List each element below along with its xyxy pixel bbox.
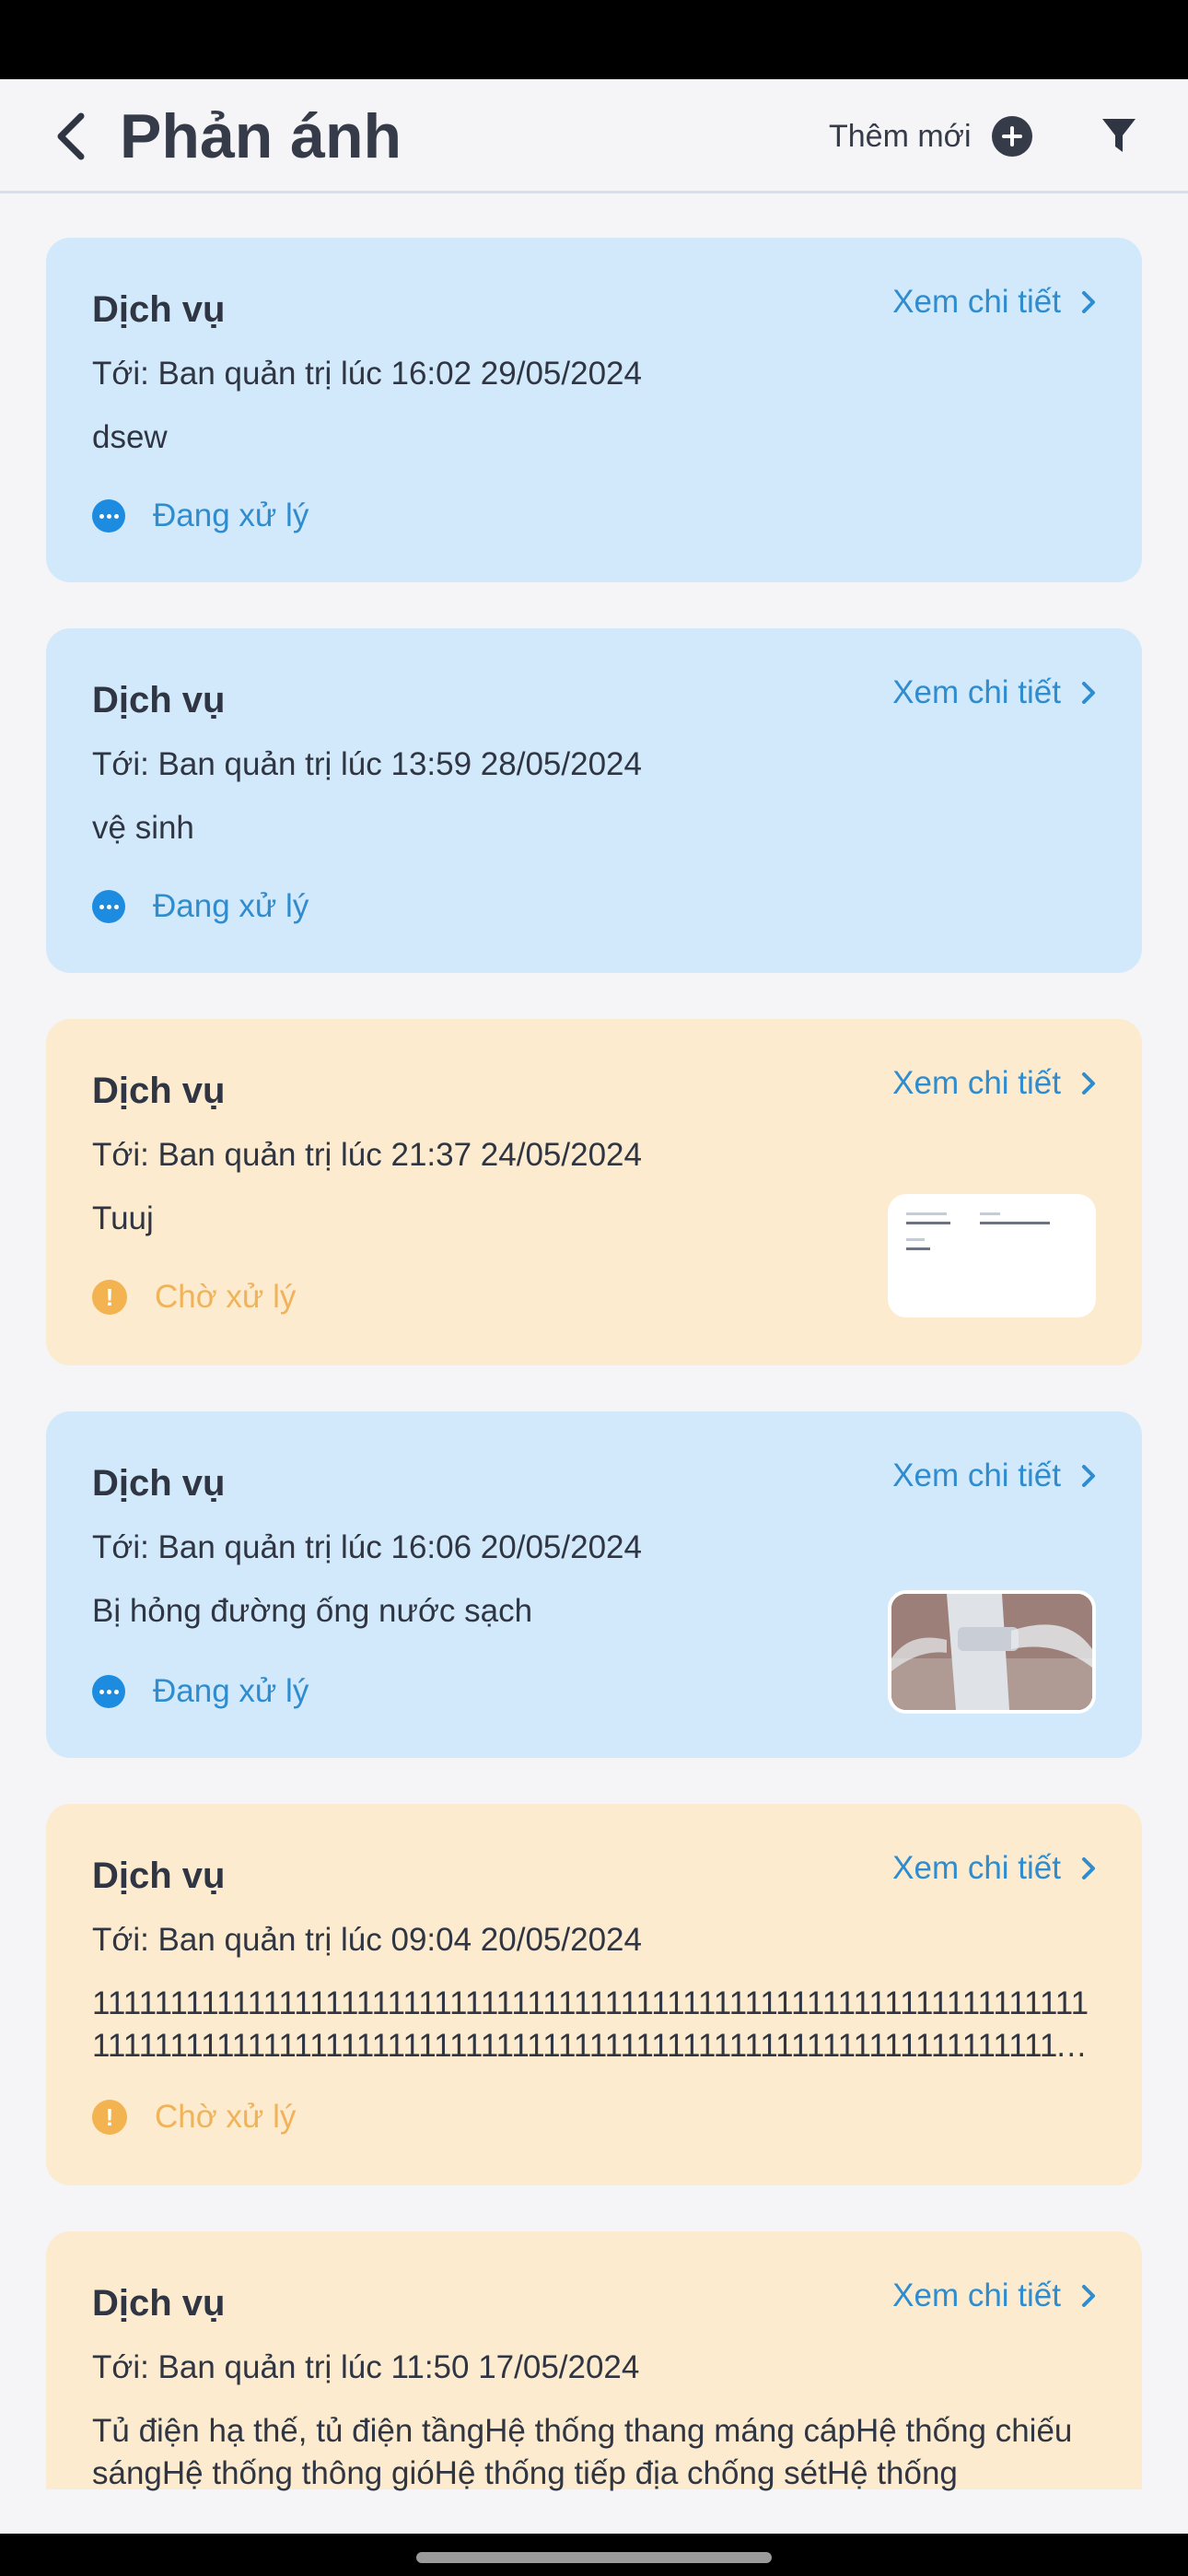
card-recipient-time: Tới: Ban quản trị lúc 16:02 29/05/2024	[92, 356, 642, 392]
warning-icon: !	[92, 1280, 127, 1315]
view-detail-link[interactable]: Xem chi tiết	[892, 284, 1098, 321]
card-recipient-time: Tới: Ban quản trị lúc 09:04 20/05/2024	[92, 1922, 642, 1958]
card-recipient-time: Tới: Ban quản trị lúc 11:50 17/05/2024	[92, 2349, 640, 2385]
feedback-card[interactable]: Dịch vụ Xem chi tiết Tới: Ban quản trị l…	[46, 628, 1142, 973]
chevron-right-icon	[1082, 1072, 1095, 1095]
view-detail-link[interactable]: Xem chi tiết	[892, 1065, 1098, 1102]
pipe-photo	[891, 1594, 1092, 1710]
status-bar	[0, 0, 1188, 79]
chevron-right-icon	[1082, 2285, 1095, 2307]
chevron-right-icon	[1082, 1465, 1095, 1487]
chevron-left-icon	[57, 112, 85, 160]
card-category: Dịch vụ	[92, 2283, 226, 2324]
card-recipient-time: Tới: Ban quản trị lúc 21:37 24/05/2024	[92, 1137, 642, 1173]
more-dots-icon	[92, 499, 125, 533]
card-description: Tủ điện hạ thế, tủ điện tầngHệ thống tha…	[92, 2413, 1073, 2491]
feedback-card[interactable]: Dịch vụ Xem chi tiết Tới: Ban quản trị l…	[46, 1411, 1142, 1758]
view-detail-link[interactable]: Xem chi tiết	[892, 1850, 1098, 1887]
card-description: vệ sinh	[92, 810, 194, 846]
view-detail-link[interactable]: Xem chi tiết	[892, 674, 1098, 711]
view-detail-label: Xem chi tiết	[892, 1065, 1061, 1101]
status-label: Chờ xử lý	[155, 2099, 297, 2135]
view-detail-label: Xem chi tiết	[892, 1458, 1061, 1493]
feedback-card[interactable]: Dịch vụ Xem chi tiết Tới: Ban quản trị l…	[46, 1804, 1142, 2185]
back-button[interactable]	[42, 107, 98, 166]
card-description: Bị hỏng đường ống nước sạch	[92, 1593, 533, 1629]
status-label: Đang xử lý	[153, 498, 309, 533]
status-badge: ! Chờ xử lý	[92, 1279, 296, 1316]
status-badge: Đang xử lý	[92, 1673, 309, 1710]
filter-button[interactable]	[1096, 111, 1142, 162]
card-category: Dịch vụ	[92, 1071, 226, 1111]
more-dots-icon	[92, 1675, 125, 1708]
status-label: Chờ xử lý	[155, 1279, 297, 1315]
add-new-label: Thêm mới	[829, 118, 972, 154]
view-detail-label: Xem chi tiết	[892, 1850, 1061, 1886]
feedback-card[interactable]: Dịch vụ Xem chi tiết Tới: Ban quản trị l…	[46, 1019, 1142, 1365]
plus-circle-icon	[991, 116, 1032, 157]
view-detail-label: Xem chi tiết	[892, 2277, 1061, 2313]
status-badge: ! Chờ xử lý	[92, 2099, 296, 2136]
card-category: Dịch vụ	[92, 1856, 226, 1896]
view-detail-link[interactable]: Xem chi tiết	[892, 2277, 1098, 2314]
status-label: Đang xử lý	[153, 1673, 309, 1709]
feedback-list: Dịch vụ Xem chi tiết Tới: Ban quản trị l…	[46, 238, 1142, 2535]
warning-icon: !	[92, 2100, 127, 2135]
view-detail-label: Xem chi tiết	[892, 284, 1061, 320]
status-badge: Đang xử lý	[92, 888, 309, 925]
card-description: dsew	[92, 419, 168, 455]
card-category: Dịch vụ	[92, 289, 226, 330]
card-description: Tuuj	[92, 1200, 154, 1236]
chevron-right-icon	[1082, 291, 1095, 313]
home-indicator[interactable]	[416, 2552, 772, 2563]
card-recipient-time: Tới: Ban quản trị lúc 13:59 28/05/2024	[92, 746, 642, 782]
card-category: Dịch vụ	[92, 1463, 226, 1504]
status-label: Đang xử lý	[153, 888, 309, 924]
card-description: 1111111111111111111111111111111111111111…	[92, 1985, 1089, 2064]
feedback-card[interactable]: Dịch vụ Xem chi tiết Tới: Ban quản trị l…	[46, 238, 1142, 582]
page-title: Phản ánh	[120, 101, 402, 171]
chevron-right-icon	[1082, 1857, 1095, 1879]
card-recipient-time: Tới: Ban quản trị lúc 16:06 20/05/2024	[92, 1529, 642, 1565]
add-new-button[interactable]: Thêm mới	[829, 109, 1032, 164]
more-dots-icon	[92, 890, 125, 923]
card-category: Dịch vụ	[92, 680, 226, 720]
attachment-thumbnail[interactable]	[888, 1194, 1096, 1317]
header-bar: Phản ánh Thêm mới	[0, 79, 1188, 193]
view-detail-link[interactable]: Xem chi tiết	[892, 1458, 1098, 1494]
status-badge: Đang xử lý	[92, 498, 309, 534]
attachment-thumbnail[interactable]	[888, 1590, 1096, 1714]
view-detail-label: Xem chi tiết	[892, 674, 1061, 710]
feedback-card[interactable]: Dịch vụ Xem chi tiết Tới: Ban quản trị l…	[46, 2231, 1142, 2491]
chevron-right-icon	[1082, 682, 1095, 704]
filter-icon	[1102, 119, 1136, 152]
